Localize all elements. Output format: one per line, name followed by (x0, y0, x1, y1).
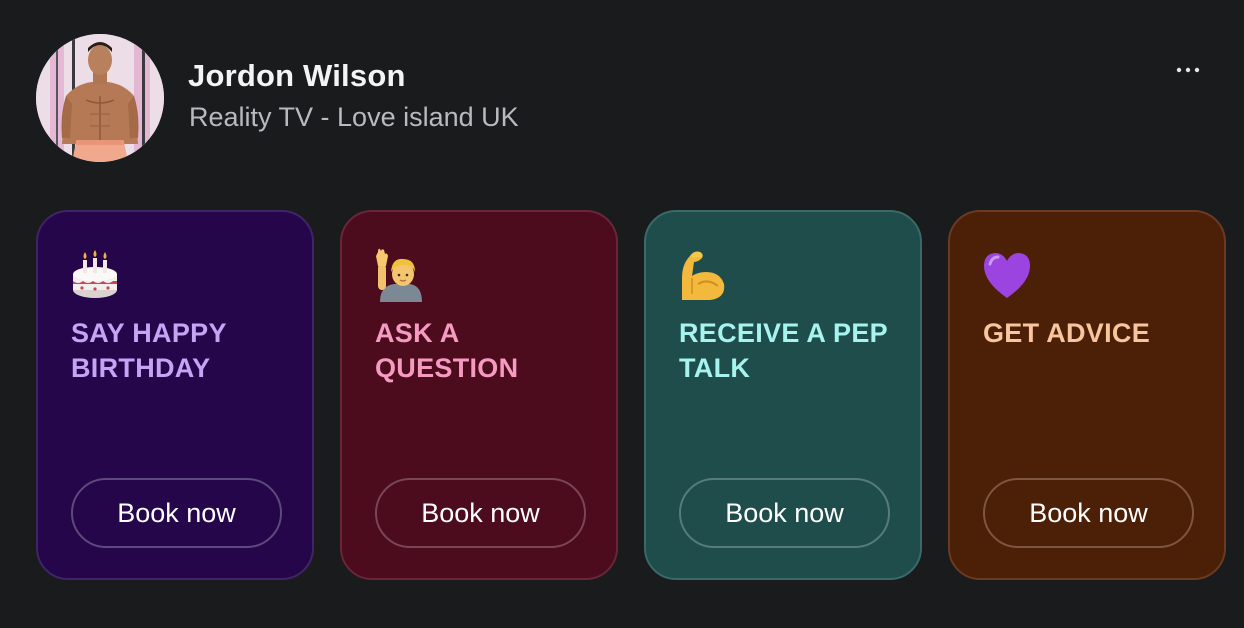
card-title: GET ADVICE (983, 318, 1151, 348)
card-title: ASK A QUESTION (375, 318, 519, 383)
book-now-button[interactable]: Book now (375, 478, 586, 548)
card-title: RECEIVE A PEP TALK (679, 318, 888, 383)
profile-subtitle: Reality TV - Love island UK (189, 102, 519, 132)
avatar[interactable] (36, 34, 164, 162)
card-get-advice[interactable]: GET ADVICE Book now (948, 210, 1226, 580)
profile-header: Jordon Wilson Reality TV - Love island U… (36, 34, 1208, 164)
card-title: SAY HAPPY BIRTHDAY (71, 318, 227, 383)
book-now-button[interactable]: Book now (679, 478, 890, 548)
profile-name: Jordon Wilson (188, 58, 406, 93)
more-options-button[interactable] (1168, 56, 1208, 84)
raising-hand-icon (376, 248, 422, 302)
service-cards: SAY HAPPY BIRTHDAY Book now ASK A QUESTI… (36, 210, 1228, 584)
card-receive-a-pep-talk[interactable]: RECEIVE A PEP TALK Book now (644, 210, 922, 580)
purple-heart-icon (984, 253, 1030, 298)
more-horizontal-icon (1176, 67, 1200, 73)
card-ask-a-question[interactable]: ASK A QUESTION Book now (340, 210, 618, 580)
birthday-cake-icon (73, 250, 117, 298)
flexed-biceps-icon (682, 251, 725, 300)
book-now-button[interactable]: Book now (71, 478, 282, 548)
card-say-happy-birthday[interactable]: SAY HAPPY BIRTHDAY Book now (36, 210, 314, 580)
book-now-button[interactable]: Book now (983, 478, 1194, 548)
